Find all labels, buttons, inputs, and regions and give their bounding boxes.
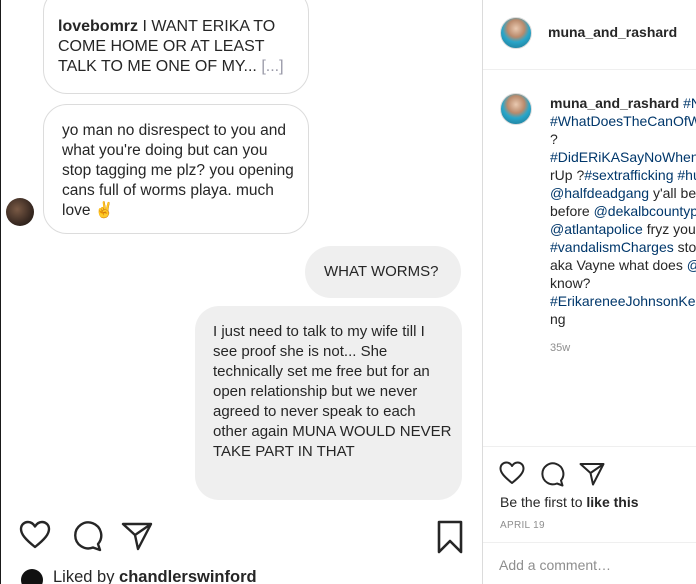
message-text: I just need to talk to my wife till I se… bbox=[213, 323, 452, 460]
caption-line: #ErikareneeJohnsonKe bbox=[550, 292, 696, 310]
caption-text: know? bbox=[550, 275, 591, 291]
hashtag-link[interactable]: #WhatDoesTheCanOfW bbox=[550, 113, 696, 129]
caption-text: ng bbox=[550, 311, 566, 327]
liker-avatar bbox=[21, 569, 43, 584]
hashtag-link[interactable]: #DidERiKASayNoWhen bbox=[550, 149, 696, 165]
bookmark-icon bbox=[436, 520, 464, 559]
post-side-panel: muna_and_rashard muna_and_rashard #N #Wha… bbox=[482, 0, 696, 584]
caption-text: ? bbox=[550, 131, 558, 147]
caption-text: ? bbox=[572, 167, 585, 183]
liked-by-label: Liked by bbox=[53, 568, 120, 584]
liked-by-user: chandlerswinford bbox=[119, 568, 257, 584]
comment-button[interactable] bbox=[539, 461, 565, 492]
caption-line: ? bbox=[550, 130, 696, 148]
header-username-link[interactable]: muna_and_rashard bbox=[548, 24, 677, 40]
message-text: WHAT WORMS? bbox=[324, 263, 439, 280]
caption-line: muna_and_rashard #N bbox=[550, 94, 696, 112]
caption-line: rUp ?#sextrafficking #hu bbox=[550, 166, 696, 184]
hashtag-link[interactable]: #ErikareneeJohnsonKe bbox=[550, 293, 696, 309]
comment-input[interactable] bbox=[499, 557, 689, 573]
heart-icon bbox=[19, 520, 51, 555]
comment-icon bbox=[71, 520, 103, 557]
caption-avatar[interactable] bbox=[500, 93, 532, 125]
hashtag-link[interactable]: #vandalismCharges bbox=[550, 239, 674, 255]
message-bubble-sent: WHAT WORMS? bbox=[305, 246, 461, 298]
hashtag-link[interactable]: #sextrafficking bbox=[584, 167, 673, 183]
heart-icon bbox=[499, 461, 525, 484]
caption-line: aka Vayne what does @ bbox=[550, 256, 696, 274]
caption-line: #DidERiKASayNoWhen bbox=[550, 148, 696, 166]
caption-line: ng bbox=[550, 310, 696, 328]
caption-text: before bbox=[550, 203, 594, 219]
comment-icon bbox=[541, 462, 565, 487]
caption-text: sto bbox=[673, 239, 696, 255]
comment-box bbox=[483, 542, 696, 584]
message-author: lovebomrz bbox=[58, 18, 139, 35]
caption-text: rUp bbox=[550, 167, 573, 183]
post-date[interactable]: APRIL 19 bbox=[500, 520, 545, 531]
post-caption: muna_and_rashard #N #WhatDoesTheCanOfW? #D… bbox=[550, 94, 696, 328]
peace-emoji-icon: ✌ bbox=[94, 202, 115, 219]
caption-line: #WhatDoesTheCanOfW bbox=[550, 112, 696, 130]
caption-text: y'all be bbox=[649, 185, 696, 201]
profile-avatar[interactable] bbox=[500, 17, 532, 49]
hashtag-link[interactable]: #N bbox=[683, 95, 696, 111]
caption-text: aka Vayne what does bbox=[550, 257, 687, 273]
caption-line: @atlantapolice fryz your bbox=[550, 220, 696, 238]
share-button[interactable] bbox=[579, 461, 605, 492]
mention-link[interactable]: @halfdeadgang bbox=[550, 185, 649, 201]
like-button[interactable] bbox=[499, 461, 525, 490]
message-bubble-quoted: lovebomrz I WANT ERIKA TO COME HOME OR A… bbox=[43, 0, 309, 94]
caption-line: @halfdeadgang y'all be bbox=[550, 184, 696, 202]
post-actions: Be the first to like this APRIL 19 bbox=[483, 446, 696, 542]
first-like-prompt: Be the first to like this bbox=[500, 494, 639, 510]
caption-text: fryz your bbox=[642, 221, 696, 237]
share-icon bbox=[579, 463, 605, 486]
message-ellipsis: [...] bbox=[261, 58, 284, 75]
mention-link[interactable]: @dekalbcountyp bbox=[594, 203, 696, 219]
post-image[interactable]: lovebomrz I WANT ERIKA TO COME HOME OR A… bbox=[0, 0, 482, 584]
caption-line: before @dekalbcountyp bbox=[550, 202, 696, 220]
mention-link[interactable]: @ bbox=[687, 257, 696, 273]
first-like-label: Be the first to bbox=[500, 494, 587, 510]
like-this-link[interactable]: like this bbox=[586, 494, 638, 510]
caption-timestamp[interactable]: 35w bbox=[550, 342, 570, 354]
caption-line: know? bbox=[550, 274, 696, 292]
post-header: muna_and_rashard bbox=[483, 0, 696, 70]
sender-avatar bbox=[6, 198, 34, 226]
message-bubble-received: yo man no disrespect to you and what you… bbox=[43, 104, 309, 234]
message-bubble-sent: I just need to talk to my wife till I se… bbox=[195, 306, 462, 500]
share-icon bbox=[121, 520, 153, 557]
caption-username-link[interactable]: muna_and_rashard bbox=[550, 95, 683, 111]
mention-link[interactable]: @atlantapolice bbox=[550, 221, 643, 237]
caption-line: #vandalismCharges sto bbox=[550, 238, 696, 256]
hashtag-link[interactable]: #hu bbox=[677, 167, 696, 183]
